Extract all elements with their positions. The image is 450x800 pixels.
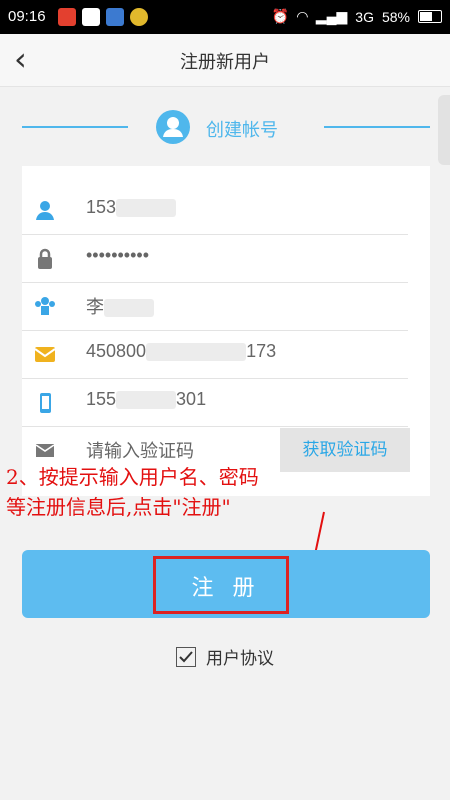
lock-icon — [34, 248, 56, 269]
mobile-row[interactable]: 155 301 — [22, 378, 408, 427]
page-title: 注册新用户 — [180, 52, 270, 73]
id-field[interactable]: 450800 173 — [86, 341, 276, 362]
signal-icon: ▂▄▆ — [315, 8, 348, 24]
redaction — [116, 391, 177, 410]
network-type: 3G — [355, 8, 374, 25]
title-bar: ‹ 注册新用户 — [0, 34, 450, 87]
wifi-icon: ◜◝ — [296, 8, 308, 24]
agreement[interactable]: 用户协议 — [176, 644, 274, 669]
tie-app-icon — [82, 8, 100, 26]
phone-icon — [34, 392, 56, 413]
battery-percent: 58% — [381, 8, 410, 25]
annotation-line-2: 等注册信息后,点击"注册" — [6, 495, 231, 519]
redaction — [116, 199, 177, 218]
name-row[interactable]: 李 — [22, 282, 408, 331]
game-app-icon — [130, 8, 148, 26]
register-button-label: 注 册 — [191, 576, 261, 601]
section-divider-right — [324, 126, 430, 128]
section-title: 创建帐号 — [206, 120, 278, 141]
agreement-label[interactable]: 用户协议 — [206, 644, 274, 669]
password-row[interactable]: •••••••••• — [22, 234, 408, 283]
register-button[interactable]: 注 册 — [22, 550, 430, 618]
status-time: 09:16 — [8, 8, 46, 25]
name-field[interactable]: 李 — [86, 293, 154, 319]
password-field[interactable]: •••••••••• — [86, 245, 149, 266]
annotation-line-1: 2、按提示输入用户名、密码 — [6, 465, 259, 489]
mail-icon — [34, 344, 56, 364]
user-icon — [34, 200, 56, 220]
group-icon — [34, 296, 56, 316]
app-notification-icon — [58, 8, 76, 26]
section-divider-left — [22, 126, 128, 128]
redaction — [146, 343, 247, 362]
section-header: 创建帐号 — [0, 104, 450, 152]
tv-app-icon — [106, 8, 124, 26]
code-input[interactable]: 请输入验证码 — [86, 437, 194, 463]
battery-icon — [418, 10, 442, 23]
mobile-field[interactable]: 155 301 — [86, 389, 206, 410]
redaction — [104, 299, 154, 318]
id-row[interactable]: 450800 173 — [22, 330, 408, 379]
phone-field[interactable]: 153 — [86, 197, 177, 218]
phone-row[interactable]: 153 — [22, 186, 408, 235]
alarm-icon: ⏰ — [271, 8, 289, 24]
envelope-icon — [34, 440, 56, 460]
user-icon — [156, 110, 190, 144]
status-right: ⏰ ◜◝ ▂▄▆ 3G 58% — [272, 8, 442, 25]
agreement-checkbox[interactable] — [176, 646, 196, 667]
status-bar: 09:16 ⏰ ◜◝ ▂▄▆ 3G 58% — [0, 0, 450, 34]
annotation-text: 2、按提示输入用户名、密码 等注册信息后,点击"注册" — [0, 462, 450, 522]
